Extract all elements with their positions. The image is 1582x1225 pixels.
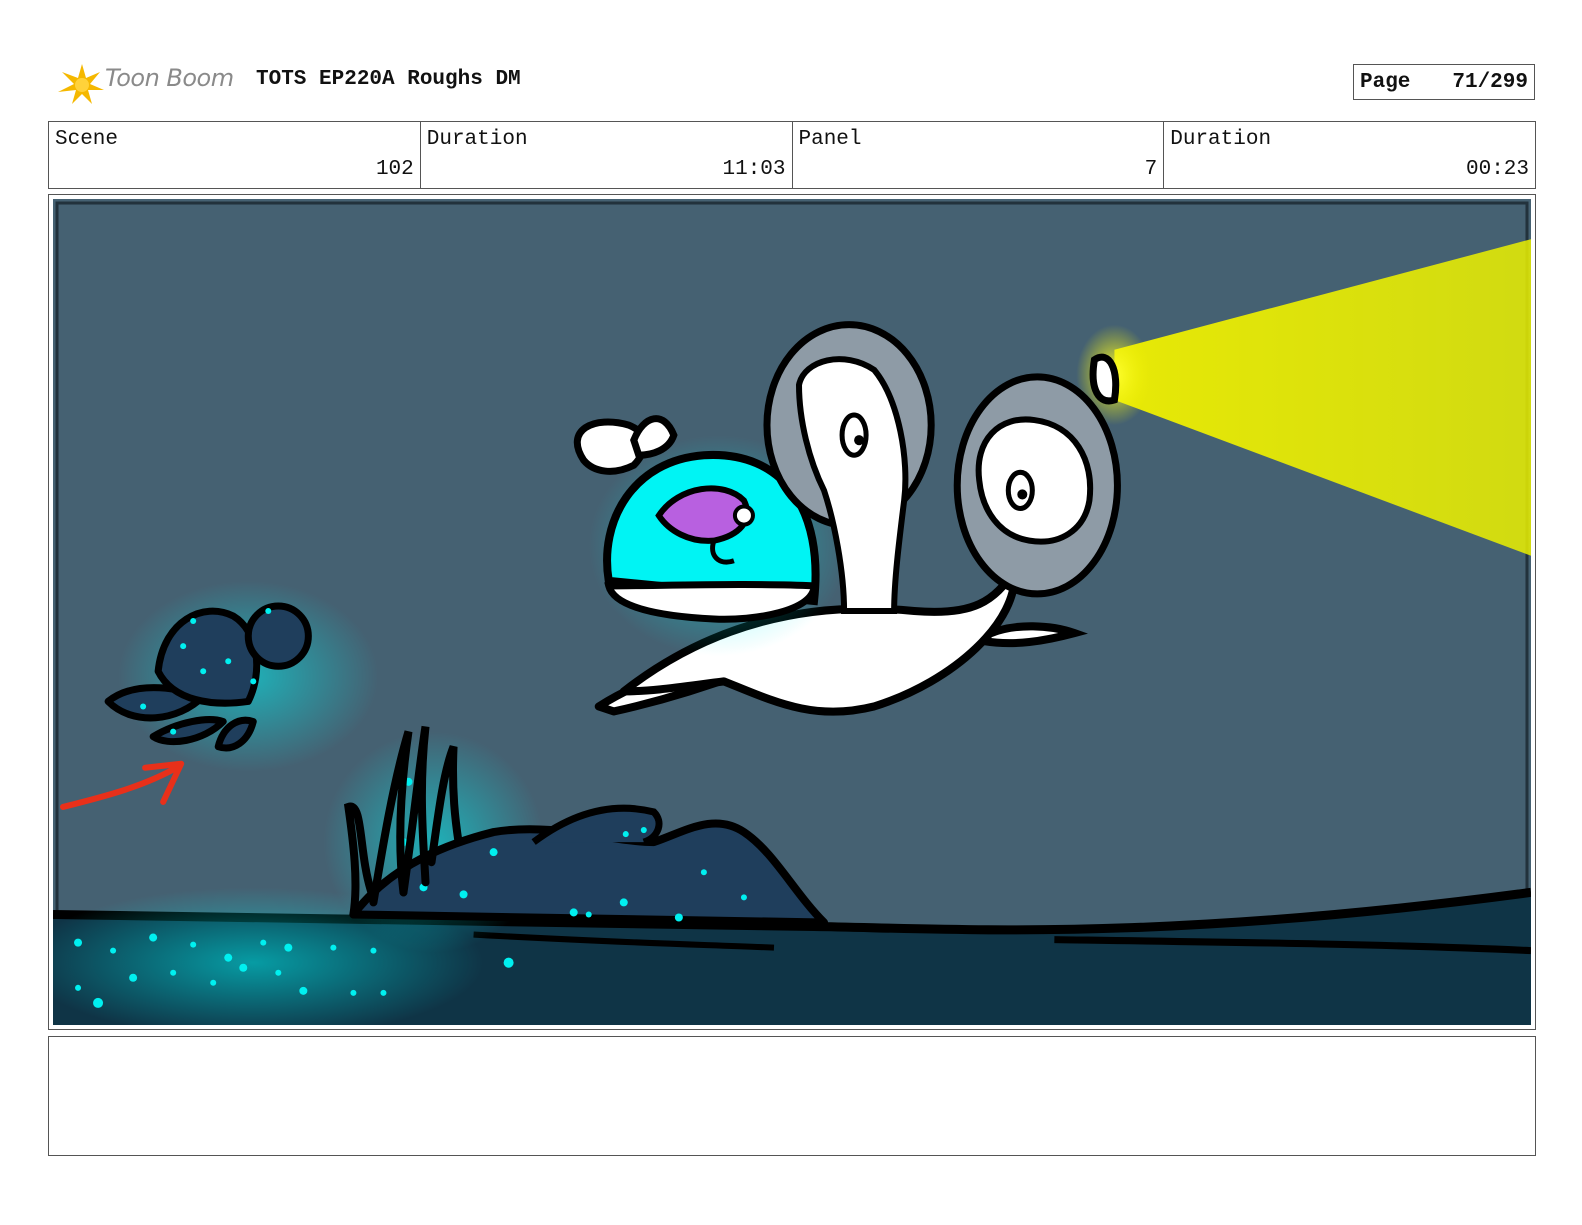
scene-cell: Scene 102 [49,122,421,188]
document-title: TOTS EP220A Roughs DM [256,68,521,91]
scene-label: Scene [55,128,119,151]
scene-info-table: Scene 102 Duration 11:03 Panel 7 Duratio… [48,121,1536,189]
scene-duration-value: 11:03 [722,158,786,181]
starburst-icon [58,64,104,104]
page-number: 71/299 [1452,70,1528,94]
logo-wordmark: Toon Boom [105,64,234,92]
headlamp [1089,353,1120,405]
scene-duration-label: Duration [426,128,528,151]
page-label: Page [1360,70,1411,94]
panel-duration-cell: Duration 00:23 [1164,122,1535,188]
panel-notes [48,1036,1536,1156]
panel-value: 7 [1144,158,1158,181]
storyboard-panel [48,194,1536,1030]
panel-label: Panel [798,128,862,151]
lamp-character [975,416,1094,545]
scene-duration-cell: Duration 11:03 [421,122,793,188]
panel-drawing [53,199,1531,1025]
page-indicator: Page 71/299 [1353,64,1535,100]
panel-duration-label: Duration [1170,128,1272,151]
panel-duration-value: 00:23 [1465,158,1529,181]
panel-cell: Panel 7 [793,122,1165,188]
scene-value: 102 [375,158,414,181]
